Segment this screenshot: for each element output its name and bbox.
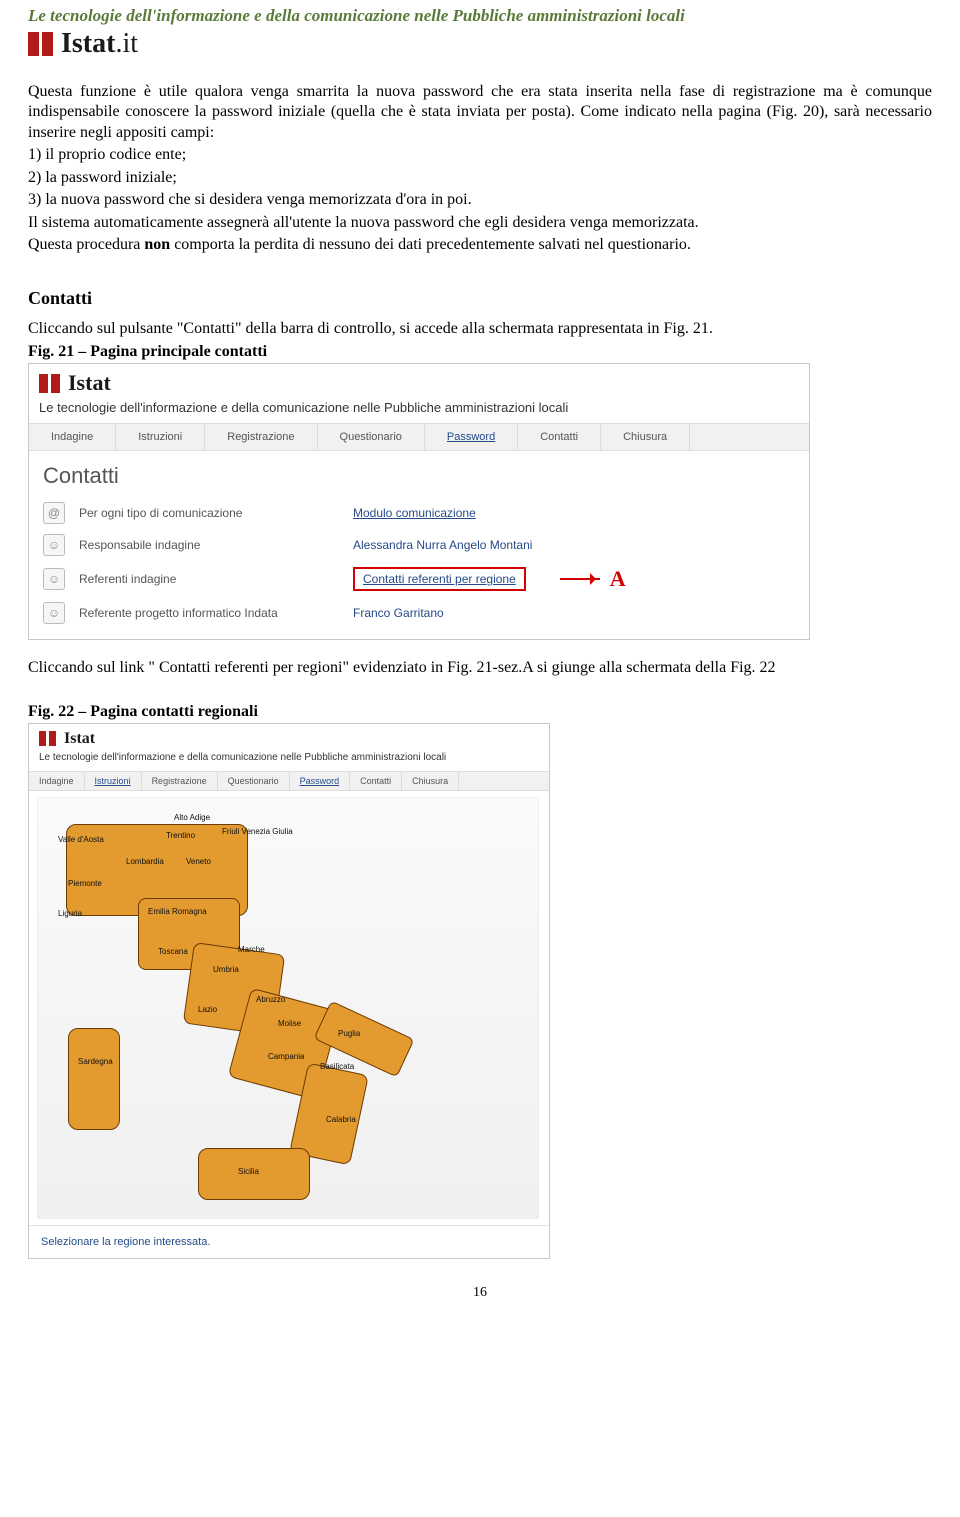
- ui2-tab-istruzioni[interactable]: Istruzioni: [85, 772, 142, 790]
- ui2-nav: IndagineIstruzioniRegistrazioneQuestiona…: [29, 771, 549, 791]
- region-label-abruzzo[interactable]: Abruzzo: [256, 996, 285, 1004]
- region-label-valle-d-aosta[interactable]: Valle d'Aosta: [58, 836, 104, 844]
- ui1-tab-questionario[interactable]: Questionario: [318, 424, 425, 450]
- region-label-campania[interactable]: Campania: [268, 1053, 304, 1061]
- italy-region-map[interactable]: Valle d'Aosta Piemonte Liguria Lombardia Tre…: [37, 797, 539, 1219]
- istat-logo: Istat.it: [28, 28, 932, 60]
- istat-bars-icon: [39, 374, 60, 393]
- contact-value-link[interactable]: Contatti referenti per regione: [353, 567, 526, 591]
- region-label-toscana[interactable]: Toscana: [158, 948, 188, 956]
- region-label-umbria[interactable]: Umbria: [213, 966, 239, 974]
- person-icon: ☺: [43, 534, 65, 556]
- at-icon: @: [43, 502, 65, 524]
- contact-value-link[interactable]: Alessandra Nurra Angelo Montani: [353, 538, 532, 552]
- ui2-tab-indagine[interactable]: Indagine: [29, 772, 85, 790]
- ui2-tab-chiusura[interactable]: Chiusura: [402, 772, 459, 790]
- ui2-tab-questionario[interactable]: Questionario: [218, 772, 290, 790]
- paragraph-3: Questa procedura non comporta la perdita…: [28, 235, 932, 255]
- region-label-emilia-romagna[interactable]: Emilia Romagna: [148, 908, 207, 916]
- ui2-tab-registrazione[interactable]: Registrazione: [142, 772, 218, 790]
- ui1-tab-istruzioni[interactable]: Istruzioni: [116, 424, 205, 450]
- istat-bars-icon: [39, 731, 56, 746]
- region-label-sardegna[interactable]: Sardegna: [78, 1058, 113, 1066]
- region-label-puglia[interactable]: Puglia: [338, 1030, 360, 1038]
- document-header-title: Le tecnologie dell'informazione e della …: [28, 0, 932, 28]
- region-label-molise[interactable]: Molise: [278, 1020, 301, 1028]
- page-number: 16: [28, 1285, 932, 1301]
- ui1-page-title: Contatti: [29, 451, 809, 497]
- region-label-basilicata[interactable]: Basilicata: [320, 1063, 354, 1071]
- person-icon: ☺: [43, 602, 65, 624]
- istat-bars-icon: [28, 32, 53, 56]
- list-item-3: 3) la nuova password che si desidera ven…: [28, 190, 932, 210]
- contact-label: Referente progetto informatico Indata: [79, 606, 339, 620]
- region-label-piemonte[interactable]: Piemonte: [68, 880, 102, 888]
- ui1-istat-logo: Istat: [29, 364, 809, 398]
- figure-22-caption: Fig. 22 – Pagina contatti regionali: [28, 703, 932, 721]
- contact-row: ☺ Responsabile indagine Alessandra Nurra A…: [29, 529, 809, 561]
- ui1-nav: IndagineIstruzioniRegistrazioneQuestiona…: [29, 423, 809, 451]
- contact-label: Referenti indagine: [79, 572, 339, 586]
- region-label-alto-adige[interactable]: Alto Adige: [174, 814, 210, 822]
- paragraph-2: Il sistema automaticamente assegnerà all…: [28, 213, 932, 233]
- region-label-trentino[interactable]: Trentino: [166, 832, 195, 840]
- contact-value-link[interactable]: Modulo comunicazione: [353, 506, 476, 520]
- istat-logo-text: Istat: [68, 370, 111, 396]
- region-label-veneto[interactable]: Veneto: [186, 858, 211, 866]
- figure-21-caption: Fig. 21 – Pagina principale contatti: [28, 343, 932, 361]
- ui1-tab-indagine[interactable]: Indagine: [29, 424, 116, 450]
- paragraph-4: Cliccando sul pulsante "Contatti" della …: [28, 319, 932, 339]
- ui2-footer-hint: Selezionare la regione interessata.: [29, 1225, 549, 1258]
- ui1-subheader: Le tecnologie dell'informazione e della …: [29, 398, 809, 423]
- annotation-arrow: A: [554, 566, 626, 592]
- section-title-contatti: Contatti: [28, 288, 932, 309]
- contact-row: ☺ Referente progetto informatico Indata Fr…: [29, 597, 809, 629]
- region-label-marche[interactable]: Marche: [238, 946, 265, 954]
- ui2-istat-logo: Istat: [29, 724, 549, 750]
- ui1-tab-registrazione[interactable]: Registrazione: [205, 424, 317, 450]
- annotation-letter-a: A: [610, 566, 626, 592]
- ui1-tab-password[interactable]: Password: [425, 424, 518, 450]
- paragraph-5: Cliccando sul link " Contatti referenti …: [28, 658, 932, 678]
- istat-logo-text: Istat.it: [61, 28, 138, 60]
- paragraph-1: Questa funzione è utile qualora venga sm…: [28, 82, 932, 143]
- ui2-tab-password[interactable]: Password: [290, 772, 351, 790]
- contact-label: Responsabile indagine: [79, 538, 339, 552]
- region-label-sicilia[interactable]: Sicilia: [238, 1168, 259, 1176]
- figure-22-screenshot: Istat Le tecnologie dell'informazione e …: [28, 723, 550, 1259]
- contact-value-link[interactable]: Franco Garritano: [353, 606, 444, 620]
- region-label-friuli-venezia-giulia[interactable]: Friuli Venezia Giulia: [222, 828, 293, 836]
- list-item-2: 2) la password iniziale;: [28, 168, 932, 188]
- ui2-subheader: Le tecnologie dell'informazione e della …: [29, 750, 549, 771]
- contact-label: Per ogni tipo di comunicazione: [79, 506, 339, 520]
- istat-logo-text: Istat: [64, 730, 95, 748]
- region-label-liguria[interactable]: Liguria: [58, 910, 82, 918]
- ui2-tab-contatti[interactable]: Contatti: [350, 772, 402, 790]
- list-item-1: 1) il proprio codice ente;: [28, 145, 932, 165]
- region-label-lombardia[interactable]: Lombardia: [126, 858, 164, 866]
- region-label-calabria[interactable]: Calabria: [326, 1116, 356, 1124]
- region-label-lazio[interactable]: Lazio: [198, 1006, 217, 1014]
- figure-21-screenshot: Istat Le tecnologie dell'informazione e …: [28, 363, 810, 640]
- contact-row: @ Per ogni tipo di comunicazione Modulo co…: [29, 497, 809, 529]
- person-icon: ☺: [43, 568, 65, 590]
- ui1-tab-chiusura[interactable]: Chiusura: [601, 424, 690, 450]
- ui1-tab-contatti[interactable]: Contatti: [518, 424, 601, 450]
- contact-row: ☺ Referenti indagine Contatti referenti pe…: [29, 561, 809, 597]
